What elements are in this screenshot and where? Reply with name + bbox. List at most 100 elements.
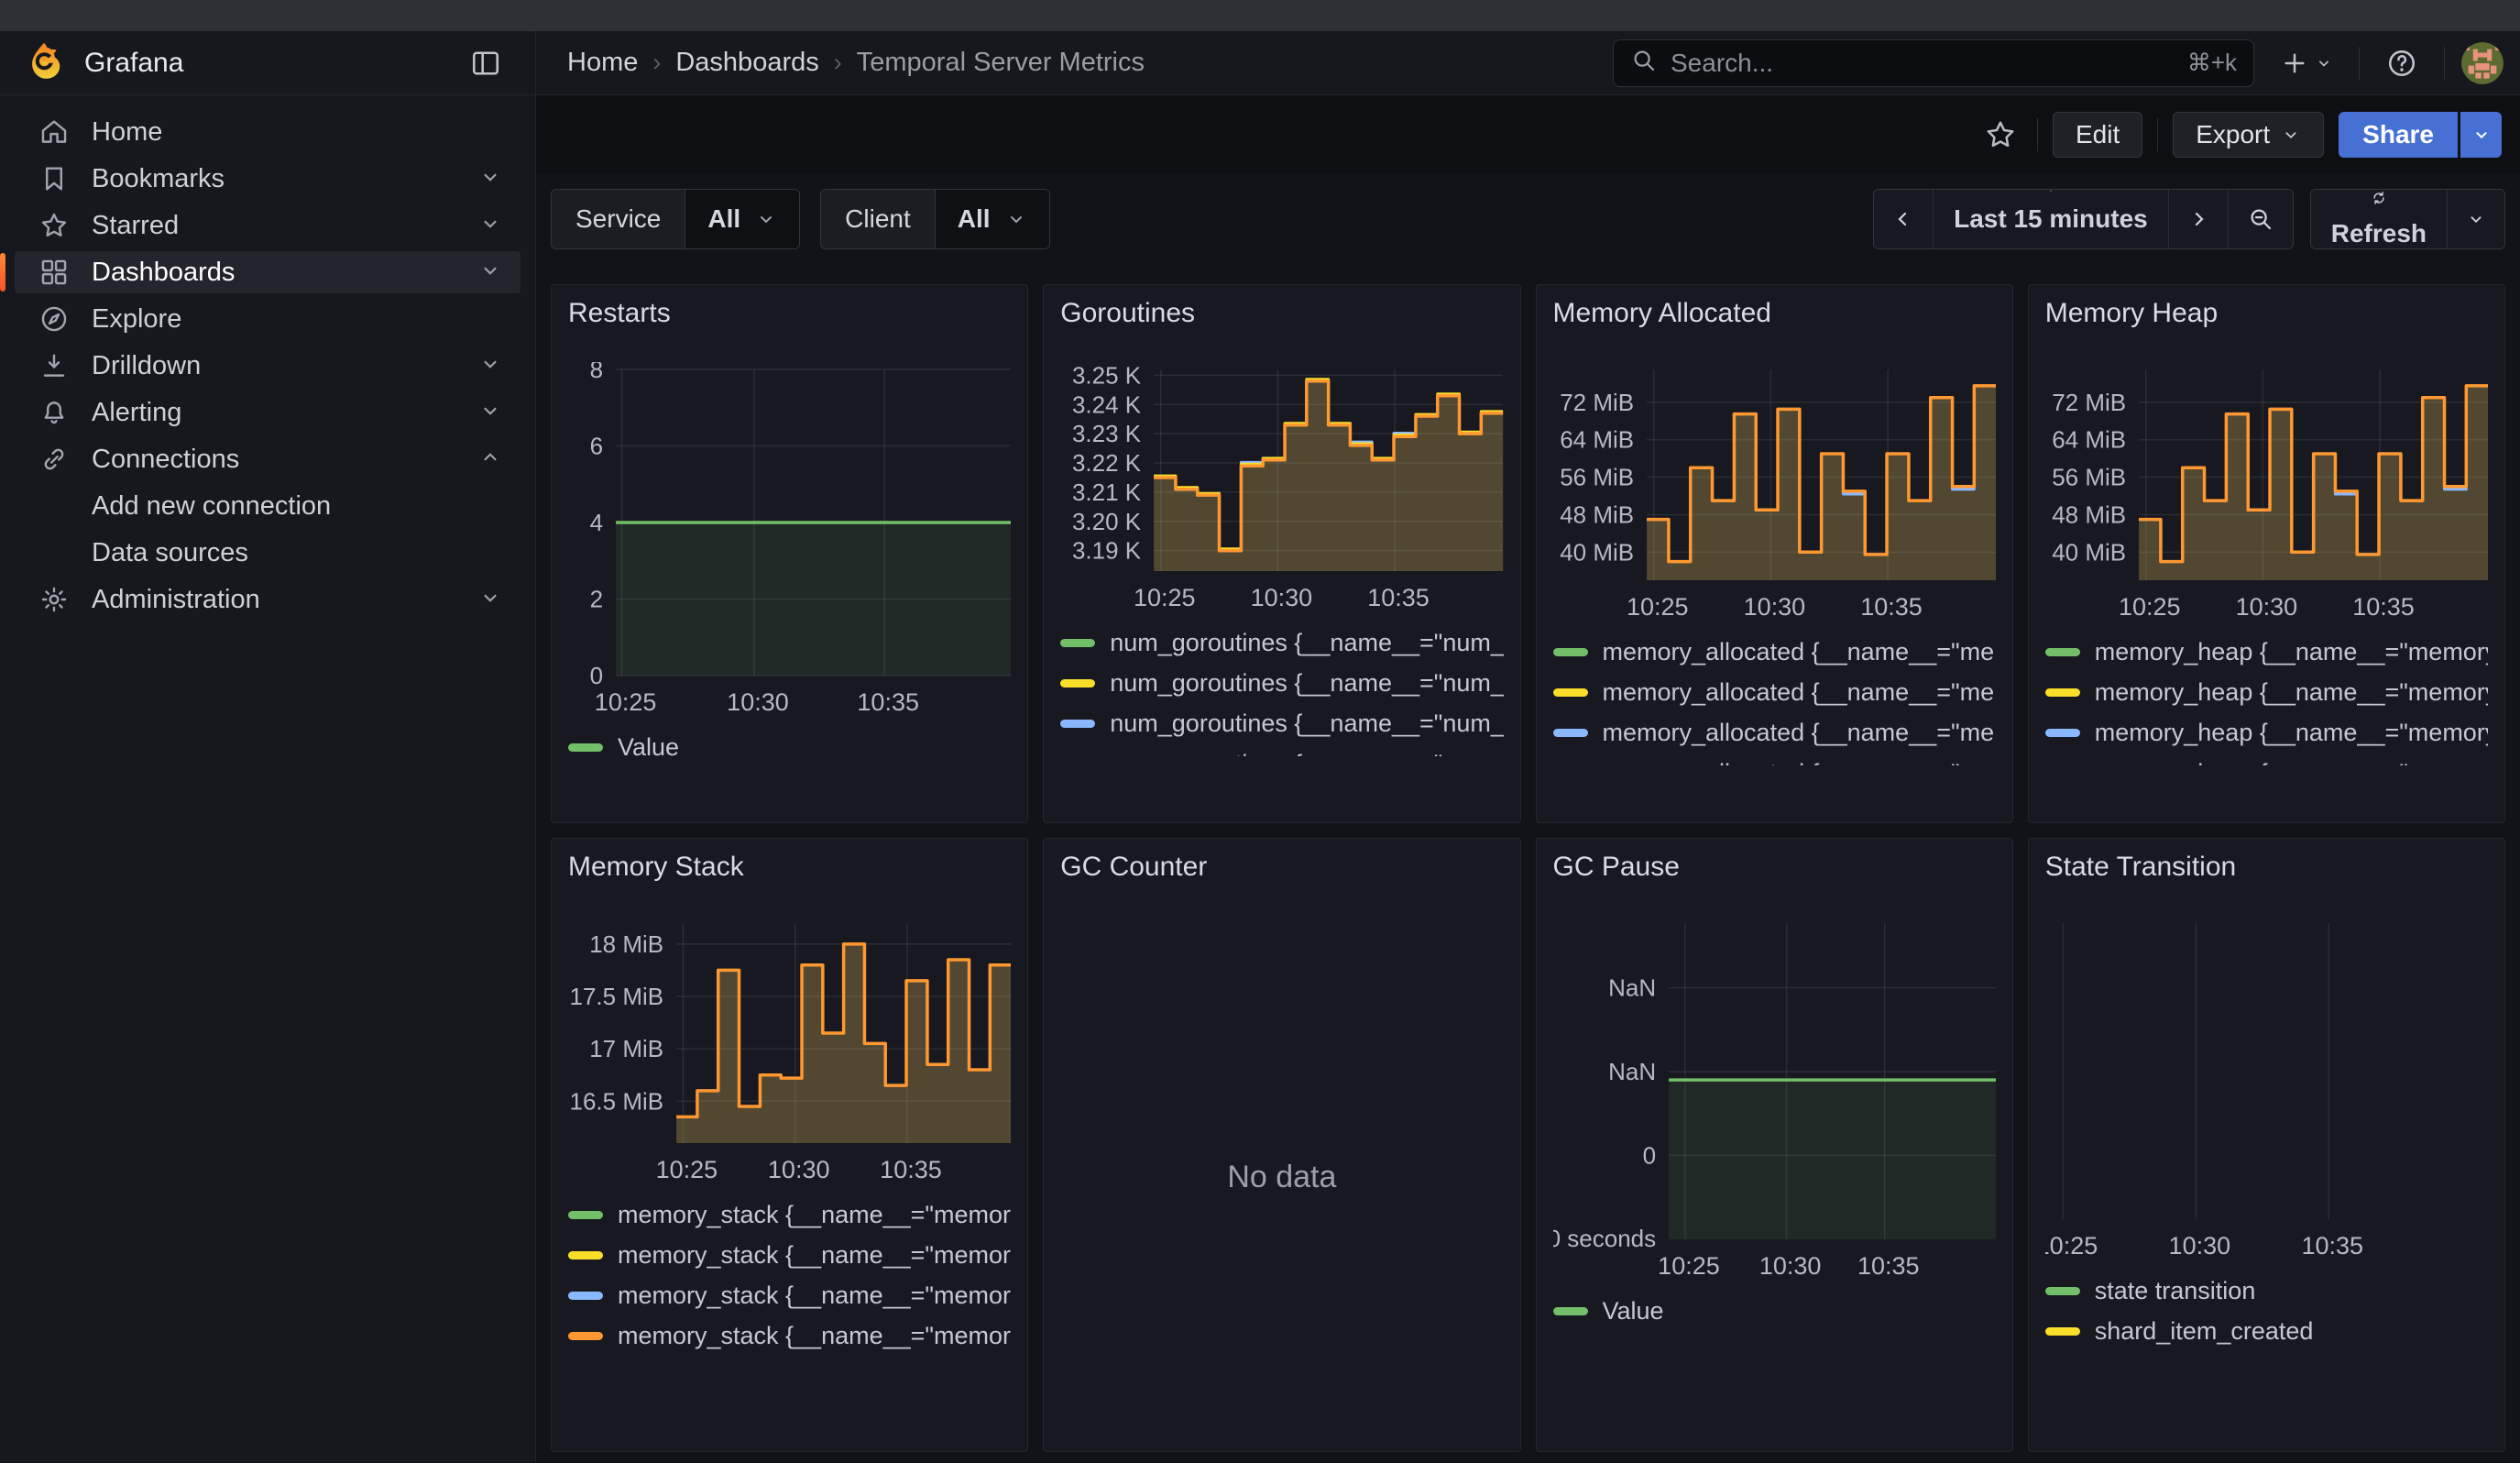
sidebar-item-administration[interactable]: Administration	[15, 578, 520, 621]
favorite-star-icon[interactable]	[1978, 113, 2022, 157]
chevron-down-icon	[1005, 208, 1027, 230]
legend-item[interactable]: state transition	[2045, 1270, 2488, 1311]
chart-area[interactable]: 10:2510:3010:3572 MiB64 MiB56 MiB48 MiB4…	[2045, 362, 2488, 624]
chart-plot[interactable]: 10:2510:3010:3518 MiB17.5 MiB17 MiB16.5 …	[568, 916, 1011, 1187]
sidebar-collapse-icon[interactable]	[460, 39, 511, 87]
breadcrumb-item[interactable]: Dashboards	[675, 48, 818, 78]
refresh-button[interactable]: Refresh	[2311, 190, 2448, 248]
sidebar-nav: Home BookmarksStarredDashboards Explore Dri…	[0, 95, 536, 1462]
legend-item[interactable]: memory_allocated {__name__="memo	[1553, 672, 1996, 712]
breadcrumb: Home›Dashboards›Temporal Server Metrics	[567, 48, 1145, 78]
share-button[interactable]: Share	[2339, 112, 2458, 158]
legend-item[interactable]: shard_item_created	[2045, 1311, 2488, 1351]
legend-item[interactable]: memory_stack {__name__="memory_s	[568, 1194, 1011, 1235]
legend-item[interactable]: memory_allocated {__name__="memo	[1553, 753, 1996, 765]
panel-title[interactable]: GC Counter	[1060, 852, 1503, 883]
chart-area[interactable]: 10:2510:3010:353.25 K3.24 K3.23 K3.22 K3…	[1060, 362, 1503, 615]
chart-area[interactable]: 10:2510:3010:35NaNNaN00 seconds	[1553, 916, 1996, 1283]
time-range-picker[interactable]: Last 15 minutes	[1934, 190, 2169, 248]
legend-item[interactable]: Value	[1553, 1291, 1996, 1331]
panel-title[interactable]: GC Pause	[1553, 852, 1996, 883]
zoom-out-button[interactable]	[2229, 190, 2293, 248]
filter-service[interactable]: ServiceAll	[551, 189, 800, 249]
sidebar-item-home[interactable]: Home	[15, 111, 520, 153]
sidebar-item-connections[interactable]: Connections	[15, 438, 520, 480]
bell-icon	[38, 397, 70, 428]
main-area: Edit Export Share	[536, 95, 2520, 1462]
legend-item[interactable]: memory_heap {__name__="memory_h	[2045, 632, 2488, 672]
legend-series-label: memory_allocated {__name__="memo	[1603, 678, 1996, 707]
chart-plot[interactable]: 10:2510:3010:3572 MiB64 MiB56 MiB48 MiB4…	[2045, 362, 2488, 624]
filter-value[interactable]: All	[936, 190, 1049, 248]
chart-area[interactable]: 10:2510:3010:3586420	[568, 362, 1011, 720]
legend-series-label: memory_stack {__name__="memory_s	[618, 1241, 1011, 1270]
chart-plot[interactable]: 10:2510:3010:3572 MiB64 MiB56 MiB48 MiB4…	[1553, 362, 1996, 624]
legend-item[interactable]: num_goroutines {__name__="num_go	[1060, 703, 1503, 743]
sidebar-item-add-new-connection[interactable]: Add new connection	[15, 485, 520, 527]
legend-item[interactable]: memory_stack {__name__="memory_s	[568, 1315, 1011, 1356]
search-box[interactable]: ⌘+k	[1613, 39, 2254, 87]
edit-button[interactable]: Edit	[2053, 112, 2142, 158]
share-menu-button[interactable]	[2458, 112, 2502, 158]
filter-label: Client	[821, 190, 936, 248]
grafana-logo-icon[interactable]	[24, 40, 64, 85]
add-button[interactable]	[2271, 39, 2342, 87]
svg-text:10:25: 10:25	[656, 1156, 718, 1183]
export-button[interactable]: Export	[2173, 112, 2324, 158]
filter-client[interactable]: ClientAll	[820, 189, 1049, 249]
svg-text:40 MiB: 40 MiB	[1560, 538, 1634, 566]
svg-text:16.5 MiB: 16.5 MiB	[570, 1087, 664, 1115]
sidebar-item-dashboards[interactable]: Dashboards	[15, 251, 520, 293]
sidebar-item-alerting[interactable]: Alerting	[15, 391, 520, 434]
legend-series-label: num_goroutines {__name__="num_go	[1110, 750, 1503, 757]
legend-item[interactable]: memory_heap {__name__="memory_h	[2045, 712, 2488, 753]
panel-title[interactable]: Restarts	[568, 298, 1011, 329]
legend-item[interactable]: memory_heap {__name__="memory_h	[2045, 753, 2488, 765]
chart-area[interactable]: 10:2510:3010:3572 MiB64 MiB56 MiB48 MiB4…	[1553, 362, 1996, 624]
legend-item[interactable]: Value	[568, 727, 1011, 767]
sidebar-item-bookmarks[interactable]: Bookmarks	[15, 158, 520, 200]
panel-title[interactable]: Memory Heap	[2045, 298, 2488, 329]
legend-item[interactable]: num_goroutines {__name__="num_go	[1060, 663, 1503, 703]
drilldown-icon	[38, 350, 70, 381]
refresh-interval-button[interactable]	[2448, 190, 2504, 248]
chart-plot[interactable]: 10:2510:3010:35	[2045, 916, 2488, 1263]
chevron-down-icon	[478, 586, 502, 614]
sidebar-item-starred[interactable]: Starred	[15, 204, 520, 247]
svg-text:56 MiB: 56 MiB	[2052, 464, 2126, 491]
panel-title[interactable]: Goroutines	[1060, 298, 1503, 329]
sidebar-item-label: Connections	[92, 445, 478, 475]
time-forward-button[interactable]	[2169, 190, 2229, 248]
panel-title[interactable]: Memory Allocated	[1553, 298, 1996, 329]
legend-item[interactable]: memory_allocated {__name__="memo	[1553, 712, 1996, 753]
chart-area[interactable]: 10:2510:3010:3518 MiB17.5 MiB17 MiB16.5 …	[568, 916, 1011, 1187]
zoom-out-icon	[2247, 205, 2274, 233]
legend-item[interactable]: memory_stack {__name__="memory_s	[568, 1235, 1011, 1275]
help-button[interactable]	[2376, 39, 2427, 87]
legend-series-marker	[1060, 679, 1095, 688]
sidebar-item-drilldown[interactable]: Drilldown	[15, 345, 520, 387]
legend-item[interactable]: memory_stack {__name__="memory_s	[568, 1275, 1011, 1315]
search-input[interactable]	[1671, 49, 2175, 78]
breadcrumb-item[interactable]: Home	[567, 48, 638, 78]
legend-item[interactable]: num_goroutines {__name__="num_go	[1060, 622, 1503, 663]
legend-item[interactable]: num_goroutines {__name__="num_go	[1060, 743, 1503, 756]
legend-item[interactable]: memory_heap {__name__="memory_h	[2045, 672, 2488, 712]
chart-plot[interactable]: 10:2510:3010:3586420	[568, 362, 1011, 720]
chart-plot[interactable]: 10:2510:3010:353.25 K3.24 K3.23 K3.22 K3…	[1060, 362, 1503, 615]
sidebar-item-label: Explore	[92, 304, 502, 335]
filter-value[interactable]: All	[685, 190, 799, 248]
sidebar-item-data-sources[interactable]: Data sources	[15, 532, 520, 574]
chevron-down-icon	[478, 212, 502, 240]
legend-series-marker	[1060, 720, 1095, 728]
sidebar-item-explore[interactable]: Explore	[15, 298, 520, 340]
panel-title[interactable]: State Transition	[2045, 852, 2488, 883]
legend-item[interactable]: memory_allocated {__name__="memo	[1553, 632, 1996, 672]
chart-area[interactable]: 10:2510:3010:35	[2045, 916, 2488, 1263]
legend-series-marker	[2045, 729, 2080, 737]
panel-title[interactable]: Memory Stack	[568, 852, 1011, 883]
time-back-button[interactable]	[1874, 190, 1934, 248]
svg-text:10:30: 10:30	[2235, 593, 2297, 621]
user-avatar[interactable]	[2461, 42, 2504, 84]
chart-plot[interactable]: 10:2510:3010:35NaNNaN00 seconds	[1553, 916, 1996, 1283]
